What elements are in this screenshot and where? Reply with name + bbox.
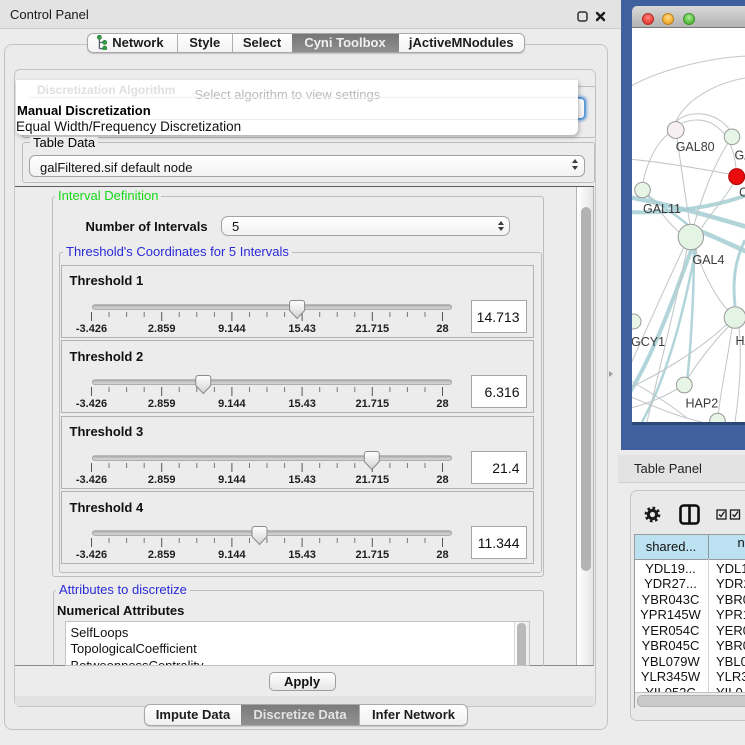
svg-text:15.43: 15.43	[288, 549, 316, 561]
svg-text:9.144: 9.144	[218, 323, 246, 335]
svg-text:15.43: 15.43	[288, 474, 316, 486]
svg-text:GCY1: GCY1	[632, 335, 665, 349]
svg-text:15.43: 15.43	[288, 398, 316, 410]
svg-text:28: 28	[436, 323, 448, 335]
svg-text:GAL11: GAL11	[643, 202, 681, 216]
svg-text:GAL: GAL	[735, 149, 745, 163]
svg-text:-3.426: -3.426	[75, 474, 106, 486]
svg-text:GAL4: GAL4	[693, 253, 725, 267]
svg-text:HAP2: HAP2	[686, 397, 719, 411]
svg-text:-3.426: -3.426	[75, 398, 106, 410]
svg-text:21.715: 21.715	[355, 474, 389, 486]
svg-text:CD: CD	[739, 186, 745, 200]
svg-text:9.144: 9.144	[218, 398, 246, 410]
svg-text:21.715: 21.715	[355, 549, 389, 561]
svg-text:2.859: 2.859	[147, 474, 175, 486]
svg-text:21.715: 21.715	[355, 398, 389, 410]
svg-text:21.715: 21.715	[355, 323, 389, 335]
svg-text:28: 28	[436, 474, 448, 486]
svg-text:28: 28	[436, 398, 448, 410]
svg-text:28: 28	[436, 549, 448, 561]
svg-text:-3.426: -3.426	[75, 549, 106, 561]
svg-text:2.859: 2.859	[147, 549, 175, 561]
svg-text:HA: HA	[736, 334, 745, 348]
svg-text:-3.426: -3.426	[75, 323, 106, 335]
svg-text:9.144: 9.144	[218, 474, 246, 486]
svg-text:2.859: 2.859	[147, 398, 175, 410]
svg-text:15.43: 15.43	[288, 323, 316, 335]
svg-text:GAL80: GAL80	[676, 140, 715, 154]
svg-text:2.859: 2.859	[147, 323, 175, 335]
svg-text:9.144: 9.144	[218, 549, 246, 561]
